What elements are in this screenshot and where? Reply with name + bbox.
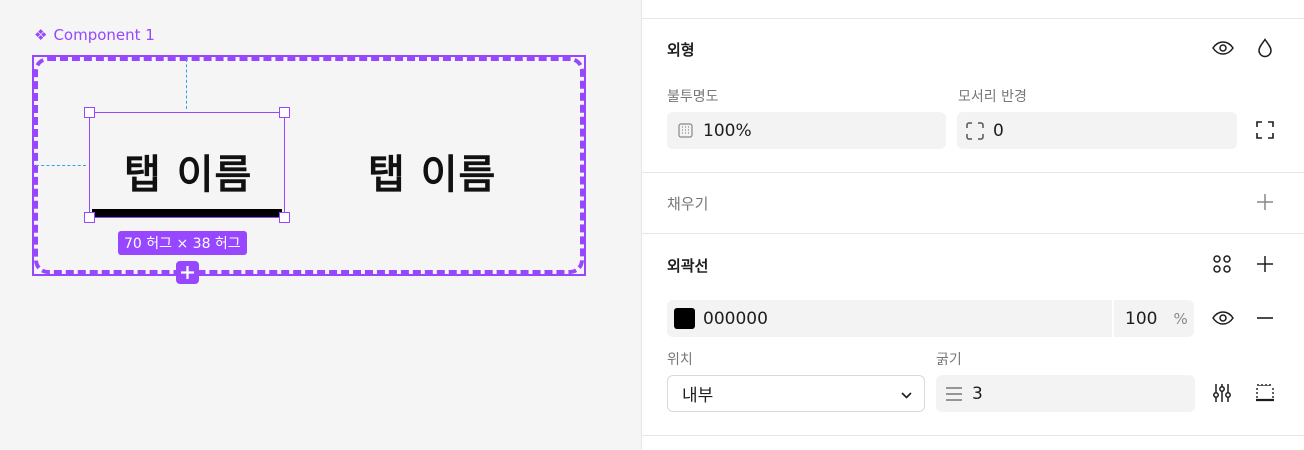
resize-handle-top-right[interactable] bbox=[279, 107, 290, 118]
add-variant-button[interactable] bbox=[176, 261, 199, 284]
resize-handle-bottom-left[interactable] bbox=[84, 212, 95, 223]
section-divider bbox=[642, 233, 1304, 234]
stroke-opacity-unit: % bbox=[1173, 310, 1188, 328]
remove-stroke-minus-icon[interactable] bbox=[1254, 307, 1276, 329]
size-badge: 70 허그 × 38 허그 bbox=[118, 231, 247, 255]
appearance-section-title: 외형 bbox=[667, 41, 695, 59]
chevron-down-icon bbox=[900, 389, 912, 401]
stroke-color-swatch[interactable] bbox=[674, 308, 695, 329]
corner-radius-input[interactable]: 0 bbox=[957, 112, 1237, 149]
tab-label-selected: 탭 이름 bbox=[124, 152, 253, 198]
properties-panel: 외형 불투명도 모서리 반경 100% 0 채우기 외곽선 000000 100… bbox=[641, 0, 1304, 450]
corner-radius-label: 모서리 반경 bbox=[958, 89, 1027, 105]
plus-icon bbox=[181, 266, 194, 279]
stroke-position-select[interactable]: 내부 bbox=[667, 375, 925, 412]
stroke-position-label: 위치 bbox=[667, 352, 693, 368]
eye-icon[interactable] bbox=[1211, 307, 1235, 329]
component-name-label[interactable]: ❖ Component 1 bbox=[34, 26, 155, 44]
stroke-opacity-value[interactable]: 100 bbox=[1125, 309, 1157, 329]
section-divider bbox=[642, 18, 1304, 19]
section-divider bbox=[642, 435, 1304, 436]
stroke-sides-icon[interactable] bbox=[1254, 382, 1276, 404]
add-stroke-plus-icon[interactable] bbox=[1254, 253, 1276, 275]
eye-icon[interactable] bbox=[1211, 37, 1235, 59]
resize-handle-top-left[interactable] bbox=[84, 107, 95, 118]
opacity-input[interactable]: 100% bbox=[667, 112, 946, 149]
fill-section-title: 채우기 bbox=[667, 195, 709, 213]
opacity-icon bbox=[667, 112, 703, 149]
component-icon: ❖ bbox=[34, 26, 48, 44]
resize-handle-bottom-right[interactable] bbox=[279, 212, 290, 223]
stroke-weight-input[interactable]: 3 bbox=[936, 375, 1195, 412]
stroke-settings-icon[interactable] bbox=[1211, 382, 1233, 404]
stroke-color-input[interactable]: 000000 100 % bbox=[667, 300, 1194, 337]
tab-label-unselected[interactable]: 탭 이름 bbox=[368, 142, 496, 200]
section-divider bbox=[642, 172, 1304, 173]
stroke-weight-label: 굵기 bbox=[936, 352, 962, 368]
independent-corners-icon[interactable] bbox=[1254, 119, 1276, 141]
stroke-section-title: 외곽선 bbox=[667, 257, 709, 275]
spacing-guide-horizontal bbox=[36, 165, 86, 166]
spacing-guide-vertical bbox=[186, 59, 187, 109]
tab-active-underline bbox=[92, 209, 282, 217]
design-canvas[interactable]: ❖ Component 1 탭 이름 탭 이름 70 허그 × 38 허그 bbox=[0, 0, 641, 450]
opacity-label: 불투명도 bbox=[667, 89, 719, 105]
corner-radius-value: 0 bbox=[993, 120, 1004, 141]
corner-radius-icon bbox=[957, 112, 993, 149]
drop-icon[interactable] bbox=[1254, 36, 1276, 60]
stroke-color-hex[interactable]: 000000 bbox=[703, 309, 768, 329]
add-fill-plus-icon[interactable] bbox=[1254, 191, 1276, 213]
input-separator bbox=[1112, 300, 1114, 337]
styles-grid-icon[interactable] bbox=[1211, 253, 1233, 275]
opacity-value: 100% bbox=[703, 120, 752, 141]
stroke-weight-value: 3 bbox=[972, 383, 983, 404]
component-name: Component 1 bbox=[53, 26, 155, 44]
stroke-weight-icon bbox=[936, 375, 972, 412]
stroke-position-value: 내부 bbox=[682, 386, 714, 406]
